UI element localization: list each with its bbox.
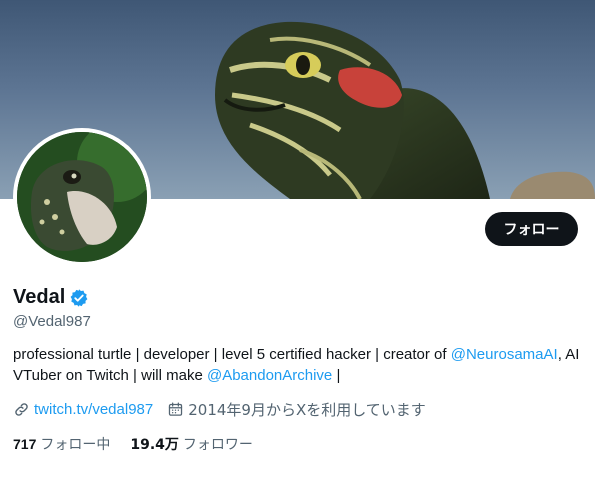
- profile-bio: professional turtle | developer | level …: [13, 344, 588, 386]
- turtle-avatar-image: [17, 132, 147, 262]
- following-link[interactable]: 717 フォロー中: [13, 434, 110, 454]
- followers-count: 19.4万: [130, 437, 179, 453]
- profile-stats: 717 フォロー中 19.4万 フォロワー: [13, 434, 273, 454]
- avatar[interactable]: [13, 128, 151, 266]
- joined-date: 2014年9月からXを利用しています: [188, 401, 426, 419]
- link-icon: [15, 403, 28, 416]
- followers-link[interactable]: 19.4万 フォロワー: [130, 434, 253, 454]
- name-row: Vedal: [13, 286, 89, 309]
- followers-label: フォロワー: [182, 437, 253, 453]
- bio-mention-abandonarchive[interactable]: @AbandonArchive: [207, 367, 332, 384]
- follow-button[interactable]: フォロー: [485, 212, 578, 246]
- user-handle: @Vedal987: [13, 313, 91, 330]
- profile-meta: twitch.tv/vedal987 2014年9月からXを利用しています: [13, 399, 426, 420]
- website-item: twitch.tv/vedal987: [13, 401, 153, 418]
- bio-text: professional turtle | developer | level …: [13, 346, 451, 363]
- following-label: フォロー中: [40, 437, 111, 453]
- joined-item: 2014年9月からXを利用しています: [167, 399, 426, 420]
- bio-mention-neurosama[interactable]: @NeurosamaAI: [451, 346, 558, 363]
- verified-badge-icon[interactable]: [69, 288, 89, 308]
- following-count: 717: [13, 436, 37, 452]
- website-link[interactable]: twitch.tv/vedal987: [34, 401, 153, 418]
- display-name: Vedal: [13, 286, 66, 308]
- calendar-icon: [169, 402, 183, 416]
- bio-text: |: [332, 367, 341, 384]
